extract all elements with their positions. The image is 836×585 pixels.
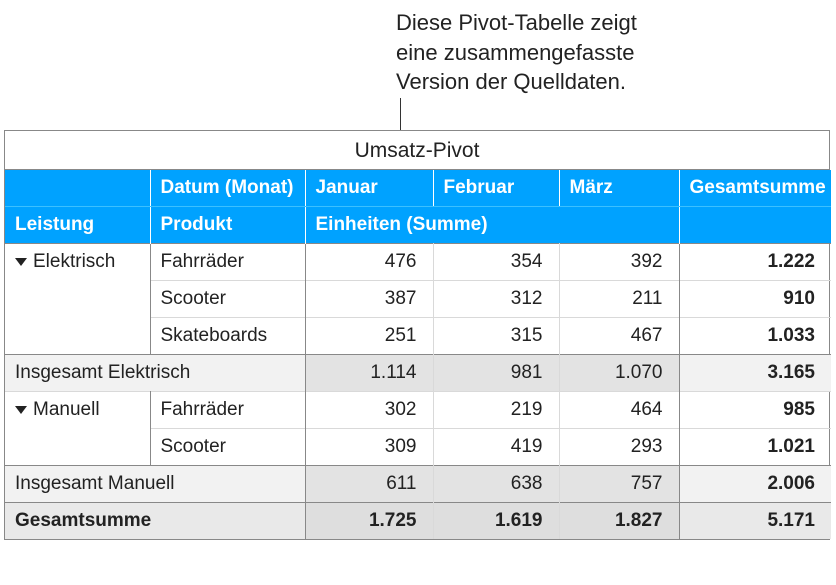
value-cell: 419 [433,429,559,466]
header-month-jan: Januar [305,170,433,207]
grand-total-value: 1.827 [559,503,679,540]
value-cell: 211 [559,281,679,318]
table-row: Manuell Fahrräder 302 219 464 985 [5,392,831,429]
subtotal-value: 757 [559,466,679,503]
header-empty-2 [679,207,831,244]
subtotal-row-manuell: Insgesamt Manuell 611 638 757 2.006 [5,466,831,503]
pivot-table-container: Umsatz-Pivot Datum (Monat) Januar Februa… [4,130,830,540]
value-cell: 309 [305,429,433,466]
product-cell: Fahrräder [150,244,305,281]
value-cell: 476 [305,244,433,281]
header-date-label: Datum (Monat) [150,170,305,207]
value-cell: 219 [433,392,559,429]
caption-line3: Version der Quelldaten. [396,67,736,97]
row-total-cell: 1.033 [679,318,831,355]
value-cell: 467 [559,318,679,355]
group-cell-manuell[interactable]: Manuell [5,392,150,466]
value-cell: 387 [305,281,433,318]
header-units-sum: Einheiten (Summe) [305,207,679,244]
value-cell: 392 [559,244,679,281]
chevron-down-icon[interactable] [15,406,27,414]
header-empty [5,170,150,207]
header-grand-total: Gesamtsumme [679,170,831,207]
table-title: Umsatz-Pivot [5,131,829,170]
group-name: Manuell [33,399,100,420]
header-row-fields: Leistung Produkt Einheiten (Summe) [5,207,831,244]
value-cell: 293 [559,429,679,466]
caption-text: Diese Pivot-Tabelle zeigt eine zusammeng… [396,8,736,97]
pivot-table: Datum (Monat) Januar Februar März Gesamt… [5,170,831,539]
subtotal-total: 2.006 [679,466,831,503]
subtotal-value: 1.114 [305,355,433,392]
chevron-down-icon[interactable] [15,258,27,266]
row-total-cell: 910 [679,281,831,318]
caption-line2: eine zusammengefasste [396,38,736,68]
product-cell: Skateboards [150,318,305,355]
header-leistung: Leistung [5,207,150,244]
header-month-mar: März [559,170,679,207]
caption-connector-line [400,98,401,130]
value-cell: 315 [433,318,559,355]
grand-total-value: 1.619 [433,503,559,540]
subtotal-value: 1.070 [559,355,679,392]
value-cell: 312 [433,281,559,318]
product-cell: Scooter [150,429,305,466]
grand-total-row: Gesamtsumme 1.725 1.619 1.827 5.171 [5,503,831,540]
subtotal-total: 3.165 [679,355,831,392]
group-name: Elektrisch [33,251,115,272]
subtotal-row-elektrisch: Insgesamt Elektrisch 1.114 981 1.070 3.1… [5,355,831,392]
header-row-months: Datum (Monat) Januar Februar März Gesamt… [5,170,831,207]
product-cell: Fahrräder [150,392,305,429]
subtotal-value: 981 [433,355,559,392]
grand-total-label: Gesamtsumme [5,503,305,540]
value-cell: 251 [305,318,433,355]
value-cell: 464 [559,392,679,429]
subtotal-label: Insgesamt Elektrisch [5,355,305,392]
row-total-cell: 985 [679,392,831,429]
subtotal-label: Insgesamt Manuell [5,466,305,503]
header-month-feb: Februar [433,170,559,207]
subtotal-value: 638 [433,466,559,503]
caption-line1: Diese Pivot-Tabelle zeigt [396,8,736,38]
row-total-cell: 1.222 [679,244,831,281]
value-cell: 354 [433,244,559,281]
product-cell: Scooter [150,281,305,318]
subtotal-value: 611 [305,466,433,503]
header-produkt: Produkt [150,207,305,244]
grand-total-value: 1.725 [305,503,433,540]
table-row: Elektrisch Fahrräder 476 354 392 1.222 [5,244,831,281]
value-cell: 302 [305,392,433,429]
grand-total-total: 5.171 [679,503,831,540]
row-total-cell: 1.021 [679,429,831,466]
group-cell-elektrisch[interactable]: Elektrisch [5,244,150,355]
